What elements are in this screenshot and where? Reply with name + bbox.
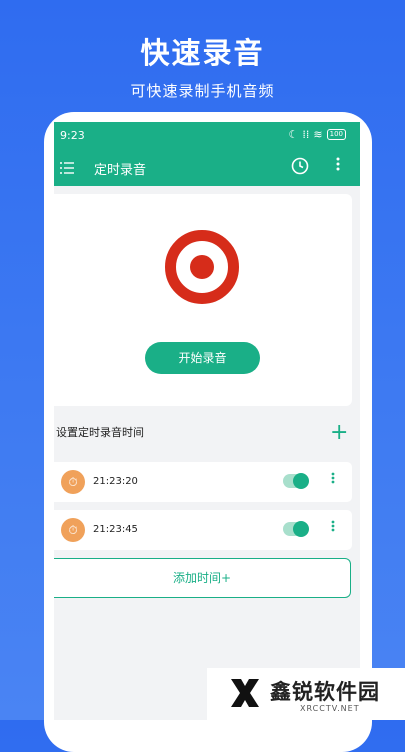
timer-toggle[interactable] xyxy=(283,473,309,489)
record-icon[interactable] xyxy=(165,230,239,304)
status-icons: ☾ ⁞⁞ ≋ 100 xyxy=(289,128,346,141)
recorder-card: 开始录音 xyxy=(54,194,352,406)
phone-side-button xyxy=(44,245,52,297)
timer-icon: ⏱ xyxy=(61,518,85,542)
app-screen: 9:23 ☾ ⁞⁞ ≋ 100 定时录音 开始录音 设置定时录音时间 + ⏱ 2… xyxy=(54,122,360,720)
more-vertical-icon[interactable] xyxy=(331,472,335,484)
moon-icon: ☾ xyxy=(288,128,299,141)
add-time-button[interactable]: 添加时间+ xyxy=(54,558,351,598)
watermark-url: XRCCTV.NET xyxy=(300,704,360,713)
start-recording-button[interactable]: 开始录音 xyxy=(145,342,260,374)
signal-icon: ⁞⁞ xyxy=(302,128,310,141)
schedule-section-label: 设置定时录音时间 xyxy=(56,426,144,439)
timer-toggle[interactable] xyxy=(283,521,309,537)
promo-title: 快速录音 xyxy=(140,36,265,70)
promo-subtitle: 可快速录制手机音频 xyxy=(130,82,275,100)
more-vertical-icon[interactable] xyxy=(331,520,335,532)
phone-side-button xyxy=(364,262,372,342)
more-vertical-icon[interactable] xyxy=(336,157,340,171)
menu-icon[interactable] xyxy=(60,159,74,178)
app-title: 定时录音 xyxy=(94,163,147,178)
list-item[interactable]: ⏱ 21:23:45 xyxy=(54,510,352,550)
battery-icon: 100 xyxy=(326,129,346,140)
phone-side-button xyxy=(44,195,52,221)
wifi-icon: ≋ xyxy=(313,128,323,141)
timer-time: 21:23:20 xyxy=(93,476,138,487)
timer-time: 21:23:45 xyxy=(93,524,138,535)
list-item[interactable]: ⏱ 21:23:20 xyxy=(54,462,352,502)
watermark-logo-icon xyxy=(231,679,259,707)
watermark-text: 鑫锐软件园 xyxy=(270,680,380,704)
clock-icon[interactable] xyxy=(291,157,309,179)
status-bar: 9:23 ☾ ⁞⁞ ≋ 100 xyxy=(54,122,360,148)
phone-side-button xyxy=(44,312,52,364)
app-bar: 定时录音 xyxy=(54,148,360,186)
timer-icon: ⏱ xyxy=(61,470,85,494)
status-time: 9:23 xyxy=(60,129,85,142)
add-schedule-button[interactable]: + xyxy=(330,422,348,444)
